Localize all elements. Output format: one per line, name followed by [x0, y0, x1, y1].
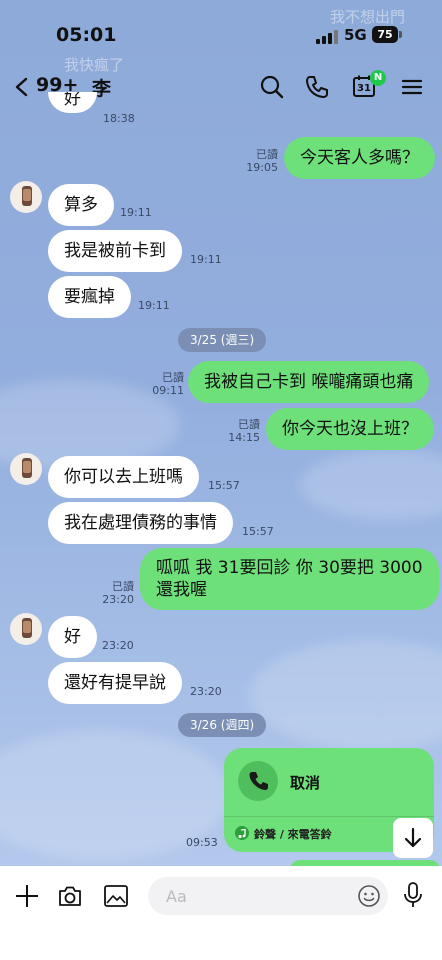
input-placeholder: Aa [166, 887, 187, 906]
search-icon[interactable] [258, 73, 286, 101]
call-label: 取消 [290, 774, 321, 792]
battery-level: 75 [372, 26, 398, 43]
message-time: 19:11 [138, 299, 170, 312]
menu-icon[interactable] [398, 73, 426, 101]
message-bubble-in[interactable]: 你可以去上班嗎 [48, 456, 199, 498]
message-bubble-in[interactable]: 還好有提早說 [48, 662, 182, 704]
microphone-icon[interactable] [400, 881, 426, 909]
message-input[interactable]: Aa [148, 877, 388, 915]
read-receipt: 已讀 [256, 148, 278, 161]
ringtone-link[interactable]: 鈴聲 / 來電答鈴 [254, 826, 332, 842]
message-time: 09:11 [152, 384, 184, 397]
date-separator: 3/26 (週四) [178, 713, 267, 737]
message-time: 23:20 [102, 593, 134, 606]
message-bubble-in[interactable]: 好 [48, 616, 97, 658]
status-time: 05:01 [56, 24, 117, 46]
message-time: 19:11 [190, 253, 222, 266]
message-time: 18:38 [103, 112, 135, 125]
ghost-notification-text: 我不想出門 [330, 8, 406, 26]
message-time: 15:57 [208, 479, 240, 492]
phone-icon [238, 761, 278, 801]
message-time: 19:05 [246, 161, 278, 174]
signal-icon [316, 30, 338, 44]
network-label: 5G [344, 26, 367, 44]
calendar-day: 31 [357, 83, 371, 94]
ghost-notification-text: 我快瘋了 [64, 56, 125, 74]
read-receipt: 已讀 [238, 418, 260, 431]
message-bubble-in[interactable]: 我在處理債務的事情 [48, 502, 233, 544]
read-receipt: 已讀 [162, 371, 184, 384]
message-bubble-in[interactable]: 要瘋掉 [48, 276, 131, 318]
message-time: 23:20 [102, 639, 134, 652]
plus-icon[interactable] [14, 883, 40, 909]
avatar[interactable] [10, 453, 42, 485]
camera-icon[interactable] [57, 883, 83, 909]
read-receipt: 已讀 [112, 580, 134, 593]
back-arrow-icon[interactable] [12, 76, 34, 98]
scroll-down-button[interactable] [393, 818, 433, 858]
message-bubble-out[interactable]: 你今天也沒上班？ [266, 408, 434, 450]
new-badge: N [370, 70, 386, 86]
message-time: 23:20 [190, 685, 222, 698]
message-bubble-in[interactable]: 我是被前卡到 [48, 230, 182, 272]
avatar[interactable] [10, 613, 42, 645]
battery-icon: 75 [372, 26, 402, 43]
avatar[interactable] [10, 181, 42, 213]
message-time: 14:15 [228, 431, 260, 444]
message-time: 15:57 [242, 525, 274, 538]
message-bubble-in[interactable]: 算多 [48, 184, 114, 226]
message-bubble-out[interactable]: 呱呱 我 31要回診 你 30要把 3000 還我喔 [140, 548, 439, 610]
message-time: 09:53 [186, 836, 218, 849]
message-bubble-out[interactable]: 今天客人多嗎？ [284, 137, 435, 179]
image-icon[interactable] [103, 883, 129, 909]
music-note-icon [235, 826, 249, 840]
message-time: 19:11 [120, 206, 152, 219]
date-separator: 3/25 (週三) [178, 328, 267, 352]
message-bubble-out[interactable]: 我被自己卡到 喉嚨痛頭也痛 [188, 361, 430, 403]
arrow-down-icon [404, 827, 422, 848]
calendar-button[interactable]: 31 N [348, 70, 386, 104]
emoji-icon[interactable] [357, 884, 381, 908]
phone-call-icon[interactable] [303, 73, 331, 101]
